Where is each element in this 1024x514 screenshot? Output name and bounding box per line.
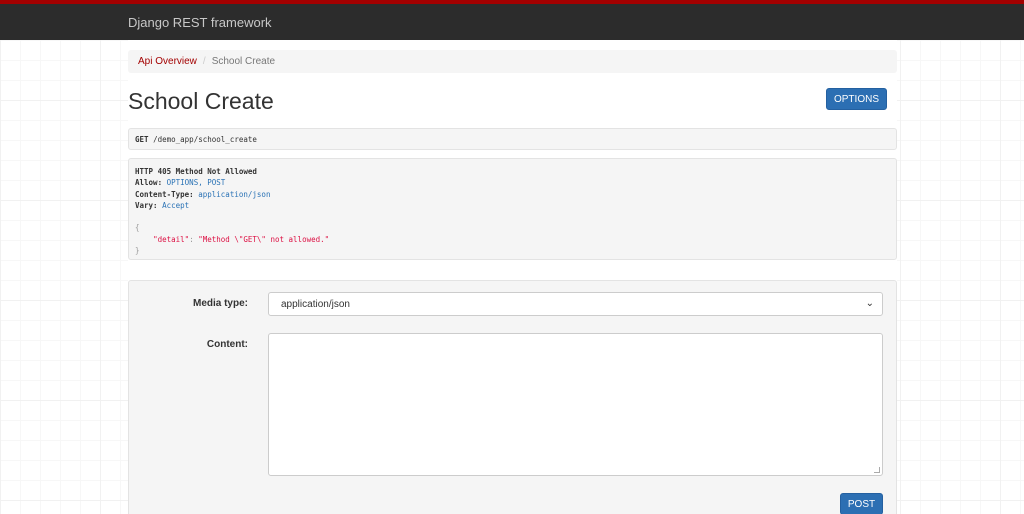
header-name: Content-Type: bbox=[135, 189, 194, 199]
request-path: /demo_app/school_create bbox=[153, 135, 257, 144]
json-value: "Method \"GET\" not allowed." bbox=[198, 234, 330, 244]
resize-handle-icon[interactable] bbox=[874, 467, 880, 473]
brand-link[interactable]: Django REST framework bbox=[128, 15, 272, 30]
header-value: application/json bbox=[198, 189, 271, 199]
header-value: Accept bbox=[162, 200, 190, 210]
response-status: HTTP 405 Method Not Allowed bbox=[135, 167, 257, 176]
response-info: HTTP 405 Method Not Allowed Allow: OPTIO… bbox=[128, 158, 897, 260]
page-title: School Create bbox=[128, 88, 274, 114]
media-type-select[interactable]: application/json ⌄ bbox=[268, 292, 883, 316]
chevron-down-icon: ⌄ bbox=[865, 298, 874, 309]
breadcrumb: Api Overview / School Create bbox=[128, 50, 897, 73]
request-info: GET /demo_app/school_create bbox=[128, 128, 897, 150]
json-key: "detail" bbox=[153, 234, 190, 244]
breadcrumb-current: School Create bbox=[211, 56, 276, 67]
request-method: GET bbox=[135, 135, 149, 144]
media-type-label: Media type: bbox=[192, 298, 248, 309]
header-name: Vary: bbox=[135, 200, 158, 210]
breadcrumb-link-api-overview[interactable]: Api Overview bbox=[138, 56, 197, 67]
json-colon: : bbox=[189, 234, 194, 244]
content-textarea[interactable] bbox=[268, 333, 883, 476]
header-value: OPTIONS, POST bbox=[166, 178, 226, 188]
post-button[interactable]: POST bbox=[840, 493, 883, 514]
json-close-brace: } bbox=[135, 246, 140, 256]
options-button[interactable]: OPTIONS bbox=[826, 88, 887, 110]
header-name: Allow: bbox=[135, 178, 163, 188]
content-label: Content: bbox=[206, 339, 248, 350]
media-type-selected-value: application/json bbox=[281, 299, 350, 310]
breadcrumb-separator: / bbox=[202, 56, 206, 67]
json-open-brace: { bbox=[135, 223, 140, 233]
navbar: Django REST framework bbox=[0, 0, 1024, 40]
